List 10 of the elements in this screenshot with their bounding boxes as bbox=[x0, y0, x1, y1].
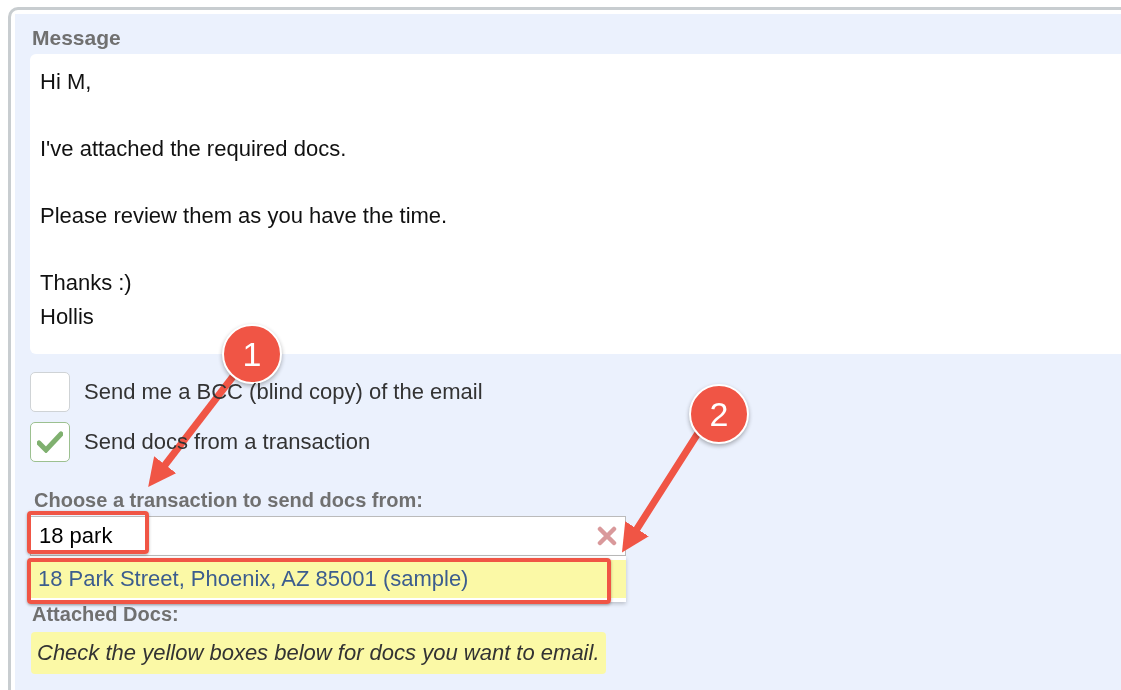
hint-note: Check the yellow boxes below for docs you want to email. bbox=[31, 632, 606, 674]
transaction-label: Choose a transaction to send docs from: bbox=[34, 489, 424, 512]
suggestion-item[interactable]: 18 Park Street, Phoenix, AZ 85001 (sample) bbox=[30, 560, 626, 598]
clear-icon[interactable] bbox=[597, 526, 617, 546]
message-label: Message bbox=[32, 26, 122, 50]
transaction-field[interactable]: 18 park bbox=[30, 516, 626, 556]
check-icon bbox=[37, 431, 63, 453]
checkbox[interactable] bbox=[30, 422, 70, 462]
attached-docs-label: Attached Docs: bbox=[32, 603, 180, 626]
checkbox[interactable] bbox=[30, 372, 70, 412]
